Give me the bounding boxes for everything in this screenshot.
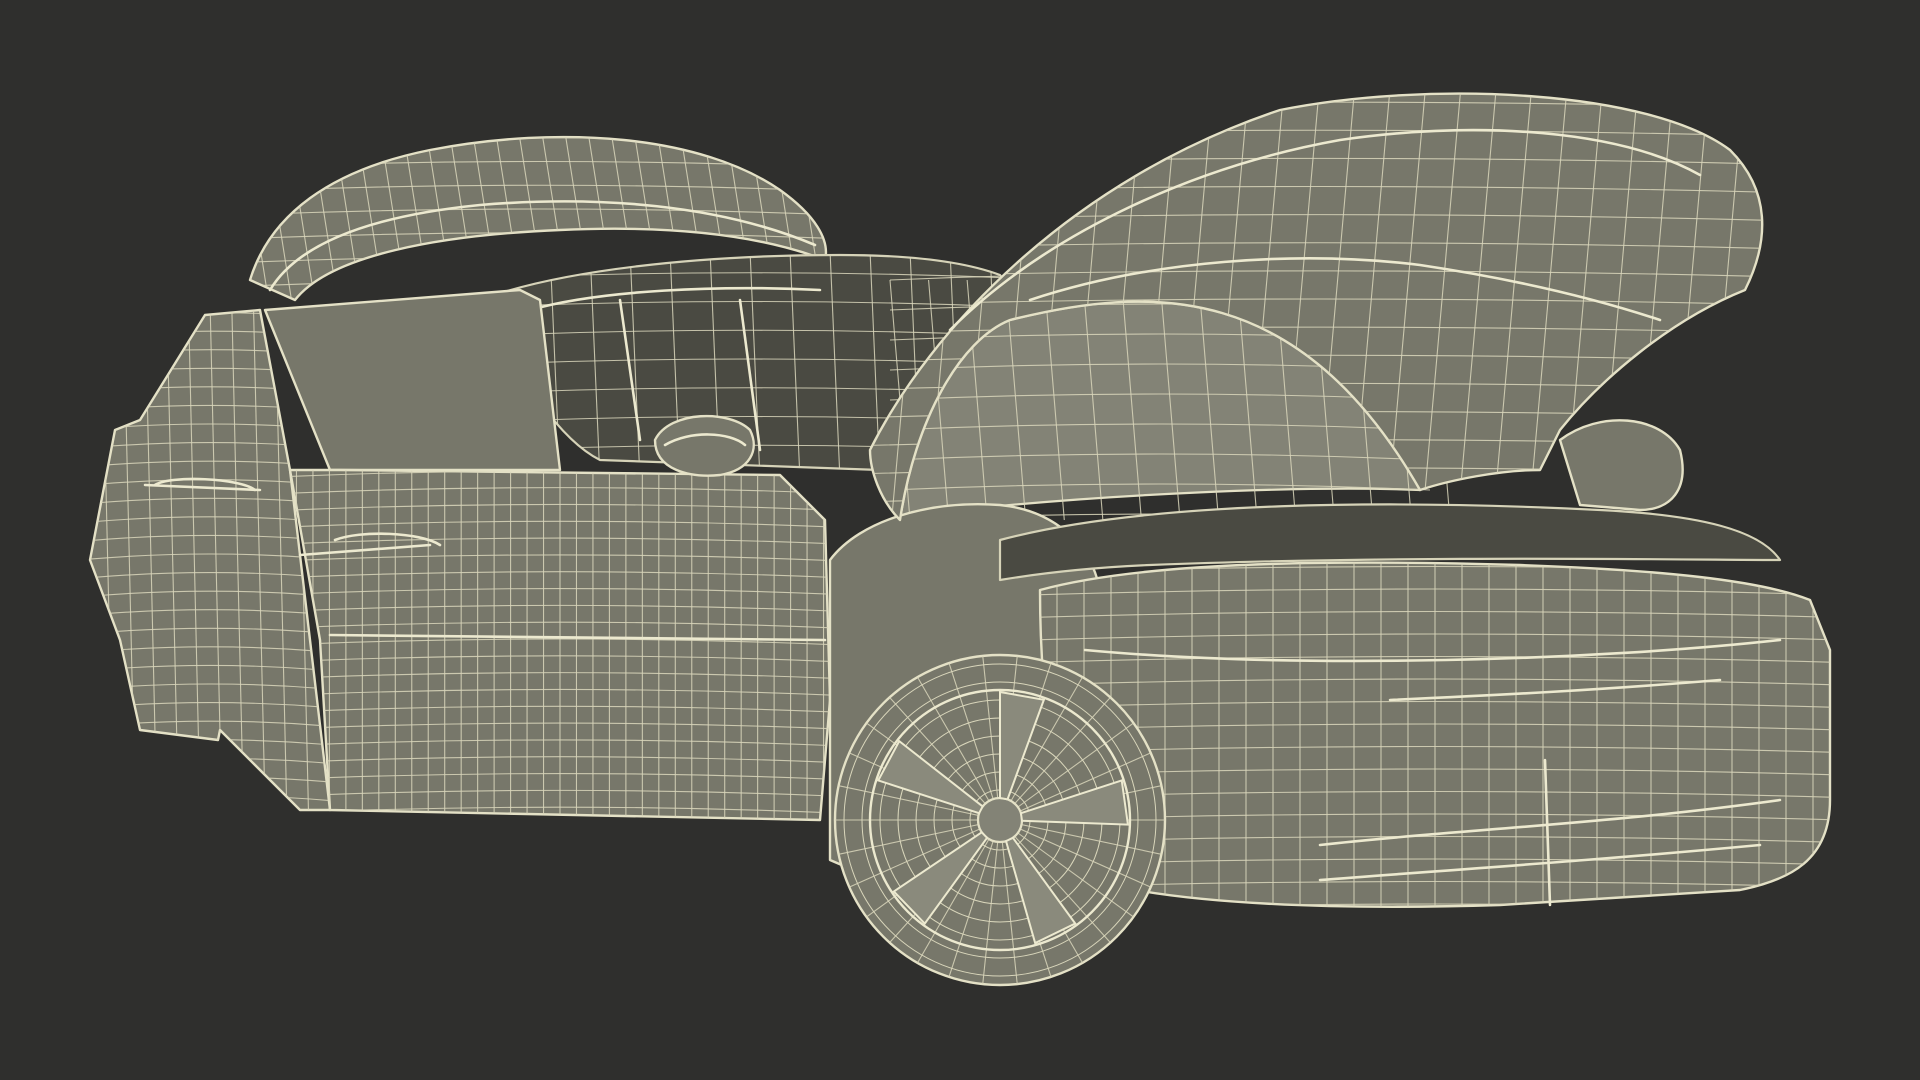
rear-right-body (1558, 419, 1684, 512)
car-wireframe-render (0, 0, 1920, 1080)
side-mirror (653, 414, 755, 477)
render-viewport (0, 0, 1920, 1080)
front-wheel (833, 653, 1167, 987)
